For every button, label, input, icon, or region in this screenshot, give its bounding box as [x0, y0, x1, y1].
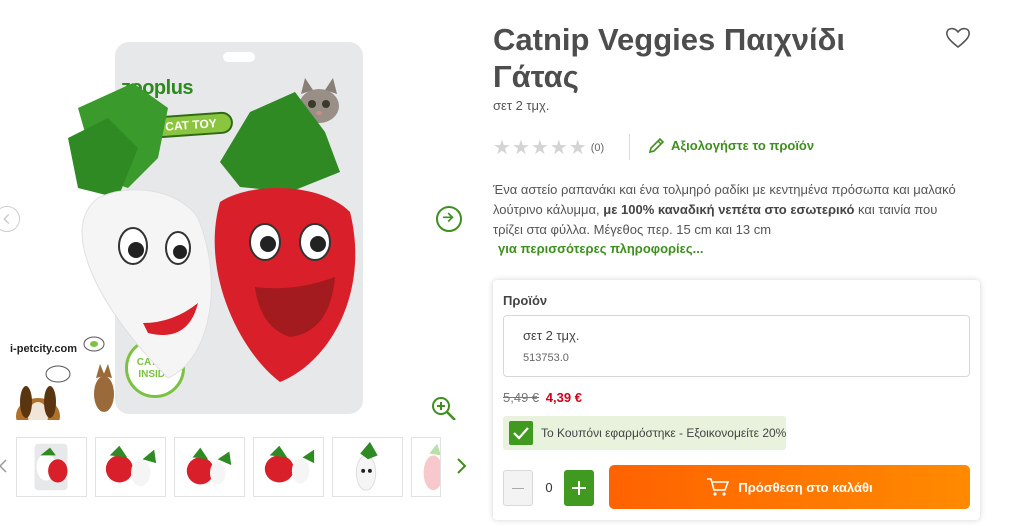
cart-icon: [707, 478, 730, 496]
gallery-next-button[interactable]: [436, 206, 462, 232]
star-icon: ★: [568, 137, 587, 159]
old-price: 5,49 €: [503, 390, 540, 405]
thumbnail-4[interactable]: [253, 437, 324, 497]
rating-count: (0): [590, 142, 605, 154]
gallery-prev-button[interactable]: [0, 206, 20, 232]
i-petcity-watermark: i-petcity.com: [10, 336, 114, 420]
quantity-increase-button[interactable]: [564, 470, 594, 506]
arrow-left-icon: [3, 213, 10, 225]
check-icon: [513, 427, 529, 440]
variant-code: 513753.0: [523, 352, 569, 364]
write-review-link[interactable]: Αξιολογήστε το προϊόν: [648, 137, 814, 154]
thumbnail-strip: [0, 437, 470, 499]
product-title: Catnip Veggies Παιχνίδι Γάτας: [493, 22, 846, 94]
description-highlight: με 100% καναδική νεπέτα στο εσωτερικό: [603, 202, 855, 217]
red-radish-plush: [214, 92, 356, 382]
add-to-cart-label: Πρόσθεση στο καλάθι: [738, 479, 873, 495]
chevron-left-icon[interactable]: [0, 459, 8, 473]
main-product-image[interactable]: zooplus CAT TOY CATNIP INSIDE: [0, 20, 470, 420]
variant-name: σετ 2 τμχ.: [523, 328, 580, 343]
star-icon: ★: [511, 137, 530, 159]
variant-option[interactable]: σετ 2 τμχ. 513753.0: [503, 315, 970, 377]
card-hang-hole: [223, 52, 255, 62]
divider: [629, 134, 630, 160]
rating-stars: ★ ★ ★ ★ ★: [493, 138, 587, 158]
quantity-decrease-button[interactable]: [503, 470, 533, 506]
thumbnail-2[interactable]: [95, 437, 166, 497]
purchase-box: Προϊόν σετ 2 τμχ. 513753.0 5,49 € 4,39 €…: [493, 280, 980, 520]
pencil-icon: [648, 137, 665, 154]
product-gallery: zooplus CAT TOY CATNIP INSIDE: [0, 0, 470, 531]
star-icon: ★: [530, 137, 549, 159]
thumbnail-1[interactable]: [16, 437, 87, 497]
thumbnail-3[interactable]: [174, 437, 245, 497]
coupon-checkbox[interactable]: [509, 421, 533, 445]
more-info-link[interactable]: για περισσότερες πληροφορίες...: [498, 241, 703, 256]
star-icon: ★: [493, 137, 511, 159]
heart-icon[interactable]: [945, 26, 971, 50]
current-price: 4,39 €: [545, 390, 582, 405]
product-description: Ένα αστείο ραπανάκι και ένα τολμηρό ραδί…: [493, 182, 956, 237]
chevron-right-icon[interactable]: [454, 457, 468, 475]
arrow-right-icon: [443, 212, 454, 223]
star-icon: ★: [549, 137, 568, 159]
coupon-text: Το Κουπόνι εφαρμόστηκε - Εξοικονομείτε 2…: [541, 426, 787, 440]
svg-text:i-petcity.com: i-petcity.com: [10, 343, 77, 355]
coupon-banner: Το Κουπόνι εφαρμόστηκε - Εξοικονομείτε 2…: [503, 416, 786, 450]
price-block: 5,49 € 4,39 €: [503, 390, 582, 405]
quantity-value[interactable]: 0: [537, 470, 561, 506]
product-variant-subtitle: σετ 2 τμχ.: [493, 98, 550, 113]
zoom-in-icon[interactable]: [430, 395, 458, 420]
rating-summary[interactable]: ★ ★ ★ ★ ★ (0): [493, 138, 604, 158]
thumbnail-5[interactable]: [332, 437, 403, 497]
product-label: Προϊόν: [503, 293, 548, 308]
write-review-label: Αξιολογήστε το προϊόν: [671, 138, 815, 153]
add-to-cart-button[interactable]: Πρόσθεση στο καλάθι: [609, 465, 970, 509]
thumbnail-6[interactable]: [411, 437, 441, 497]
plus-icon: [572, 481, 586, 495]
